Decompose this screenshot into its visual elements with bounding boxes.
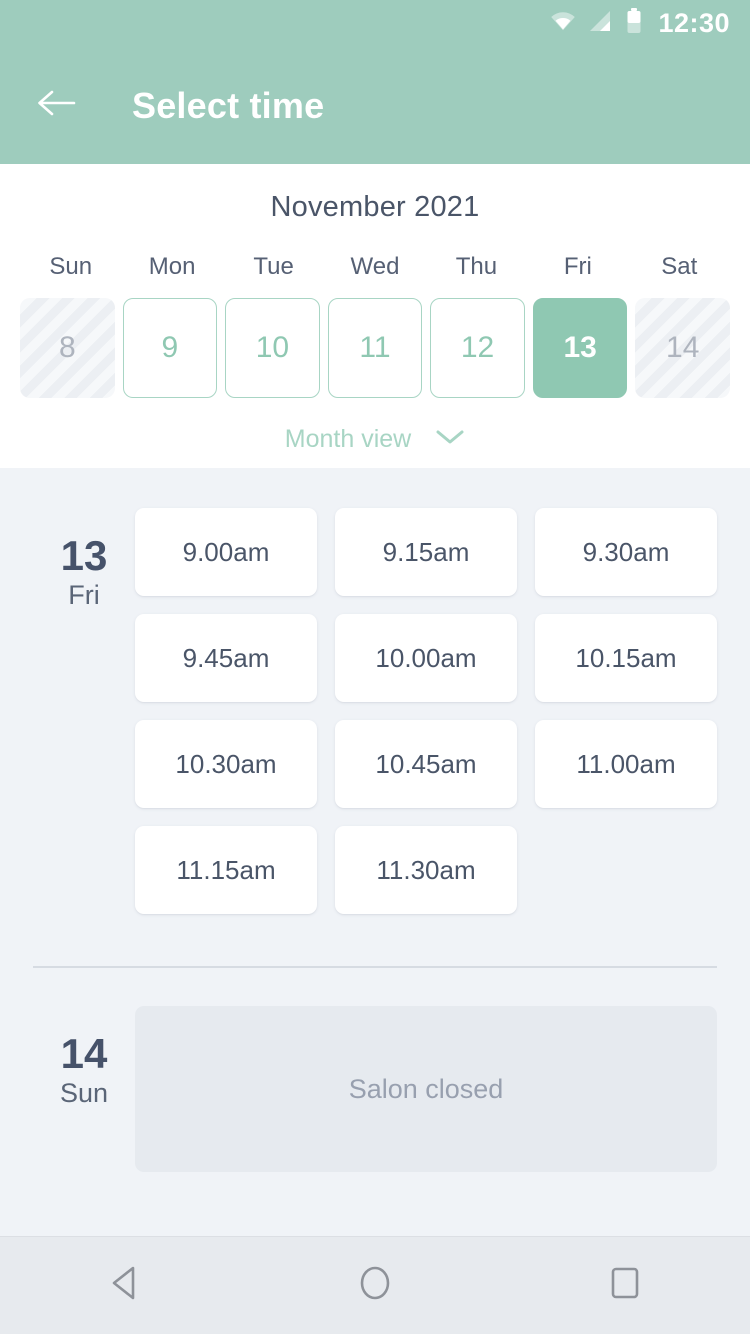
back-button[interactable] <box>33 83 79 129</box>
calendar-day-8: 8 <box>20 298 115 398</box>
salon-closed-card: Salon closed <box>135 1006 717 1172</box>
chevron-down-icon <box>435 428 465 451</box>
day-group-number: 14 <box>60 1030 108 1077</box>
status-bar: 12:30 <box>0 0 750 47</box>
day-group-number: 13 <box>60 532 108 579</box>
slots-body: 13 Fri 9.00am 9.15am 9.30am 9.45am 10.00am 10.1… <box>0 468 750 1172</box>
app-bar: Select time <box>0 47 750 164</box>
weekday-label: Thu <box>455 253 498 280</box>
wifi-icon <box>550 11 576 36</box>
weekday-label: Tue <box>253 253 294 280</box>
android-nav-bar <box>0 1236 750 1334</box>
nav-home-button[interactable] <box>320 1237 430 1334</box>
calendar-day-12[interactable]: 12 <box>430 298 525 398</box>
time-slot-button[interactable]: 10.45am <box>335 720 517 808</box>
time-slot-button[interactable]: 10.30am <box>135 720 317 808</box>
calendar-day-9[interactable]: 9 <box>122 298 218 398</box>
calendar-month-title: November 2021 <box>270 191 480 223</box>
calendar-day-14: 14 <box>635 298 730 398</box>
time-slot-button[interactable]: 9.30am <box>535 508 717 596</box>
time-slot-button[interactable]: 10.00am <box>335 614 517 702</box>
back-arrow-icon <box>35 88 77 123</box>
time-slot-button[interactable]: 11.30am <box>335 826 517 914</box>
nav-recents-button[interactable] <box>570 1237 680 1334</box>
day-group-14: 14 Sun Salon closed <box>0 968 750 1172</box>
time-slot-button[interactable]: 11.00am <box>535 720 717 808</box>
day-group-label: 13 Fri <box>33 508 135 914</box>
time-slot-grid: 9.00am 9.15am 9.30am 9.45am 10.00am 10.15am 10… <box>135 508 717 914</box>
month-view-toggle[interactable]: Month view <box>0 425 750 454</box>
nav-back-button[interactable] <box>70 1237 180 1334</box>
time-slot-button[interactable]: 11.15am <box>135 826 317 914</box>
month-view-label: Month view <box>284 425 412 453</box>
nav-home-circle-icon <box>357 1264 393 1307</box>
time-slot-button[interactable]: 10.15am <box>535 614 717 702</box>
day-group-weekday: Fri <box>68 580 100 611</box>
signal-icon <box>589 10 613 37</box>
day-group-weekday: Sun <box>59 1078 109 1109</box>
weekday-label: Wed <box>350 253 400 280</box>
calendar-day-row: 8 9 10 11 12 13 14 <box>0 298 750 398</box>
day-group-label: 14 Sun <box>33 1006 135 1172</box>
weekday-label: Sat <box>661 253 698 280</box>
time-slot-button[interactable]: 9.15am <box>335 508 517 596</box>
time-slot-button[interactable]: 9.45am <box>135 614 317 702</box>
time-slot-button[interactable]: 9.00am <box>135 508 317 596</box>
page-title: Select time <box>132 84 325 126</box>
calendar-weekday-row: Sun Mon Tue Wed Thu Fri Sat <box>0 253 750 281</box>
nav-back-triangle-icon <box>108 1265 142 1306</box>
calendar-day-13[interactable]: 13 <box>532 298 628 398</box>
day-group-13: 13 Fri 9.00am 9.15am 9.30am 9.45am 10.00am 10.1… <box>0 470 750 914</box>
calendar-day-11[interactable]: 11 <box>327 298 423 398</box>
weekday-label: Fri <box>563 253 592 280</box>
battery-icon <box>626 8 642 39</box>
calendar-day-10[interactable]: 10 <box>225 298 320 398</box>
nav-recents-square-icon <box>609 1265 641 1306</box>
status-time: 12:30 <box>658 8 730 38</box>
weekday-label: Mon <box>148 253 196 280</box>
phone-screen: 12:30 Select time November 2021 Sun Mon … <box>0 0 750 1334</box>
calendar-panel: November 2021 Sun Mon Tue Wed Thu Fri Sa… <box>0 164 750 468</box>
weekday-label: Sun <box>49 253 93 280</box>
